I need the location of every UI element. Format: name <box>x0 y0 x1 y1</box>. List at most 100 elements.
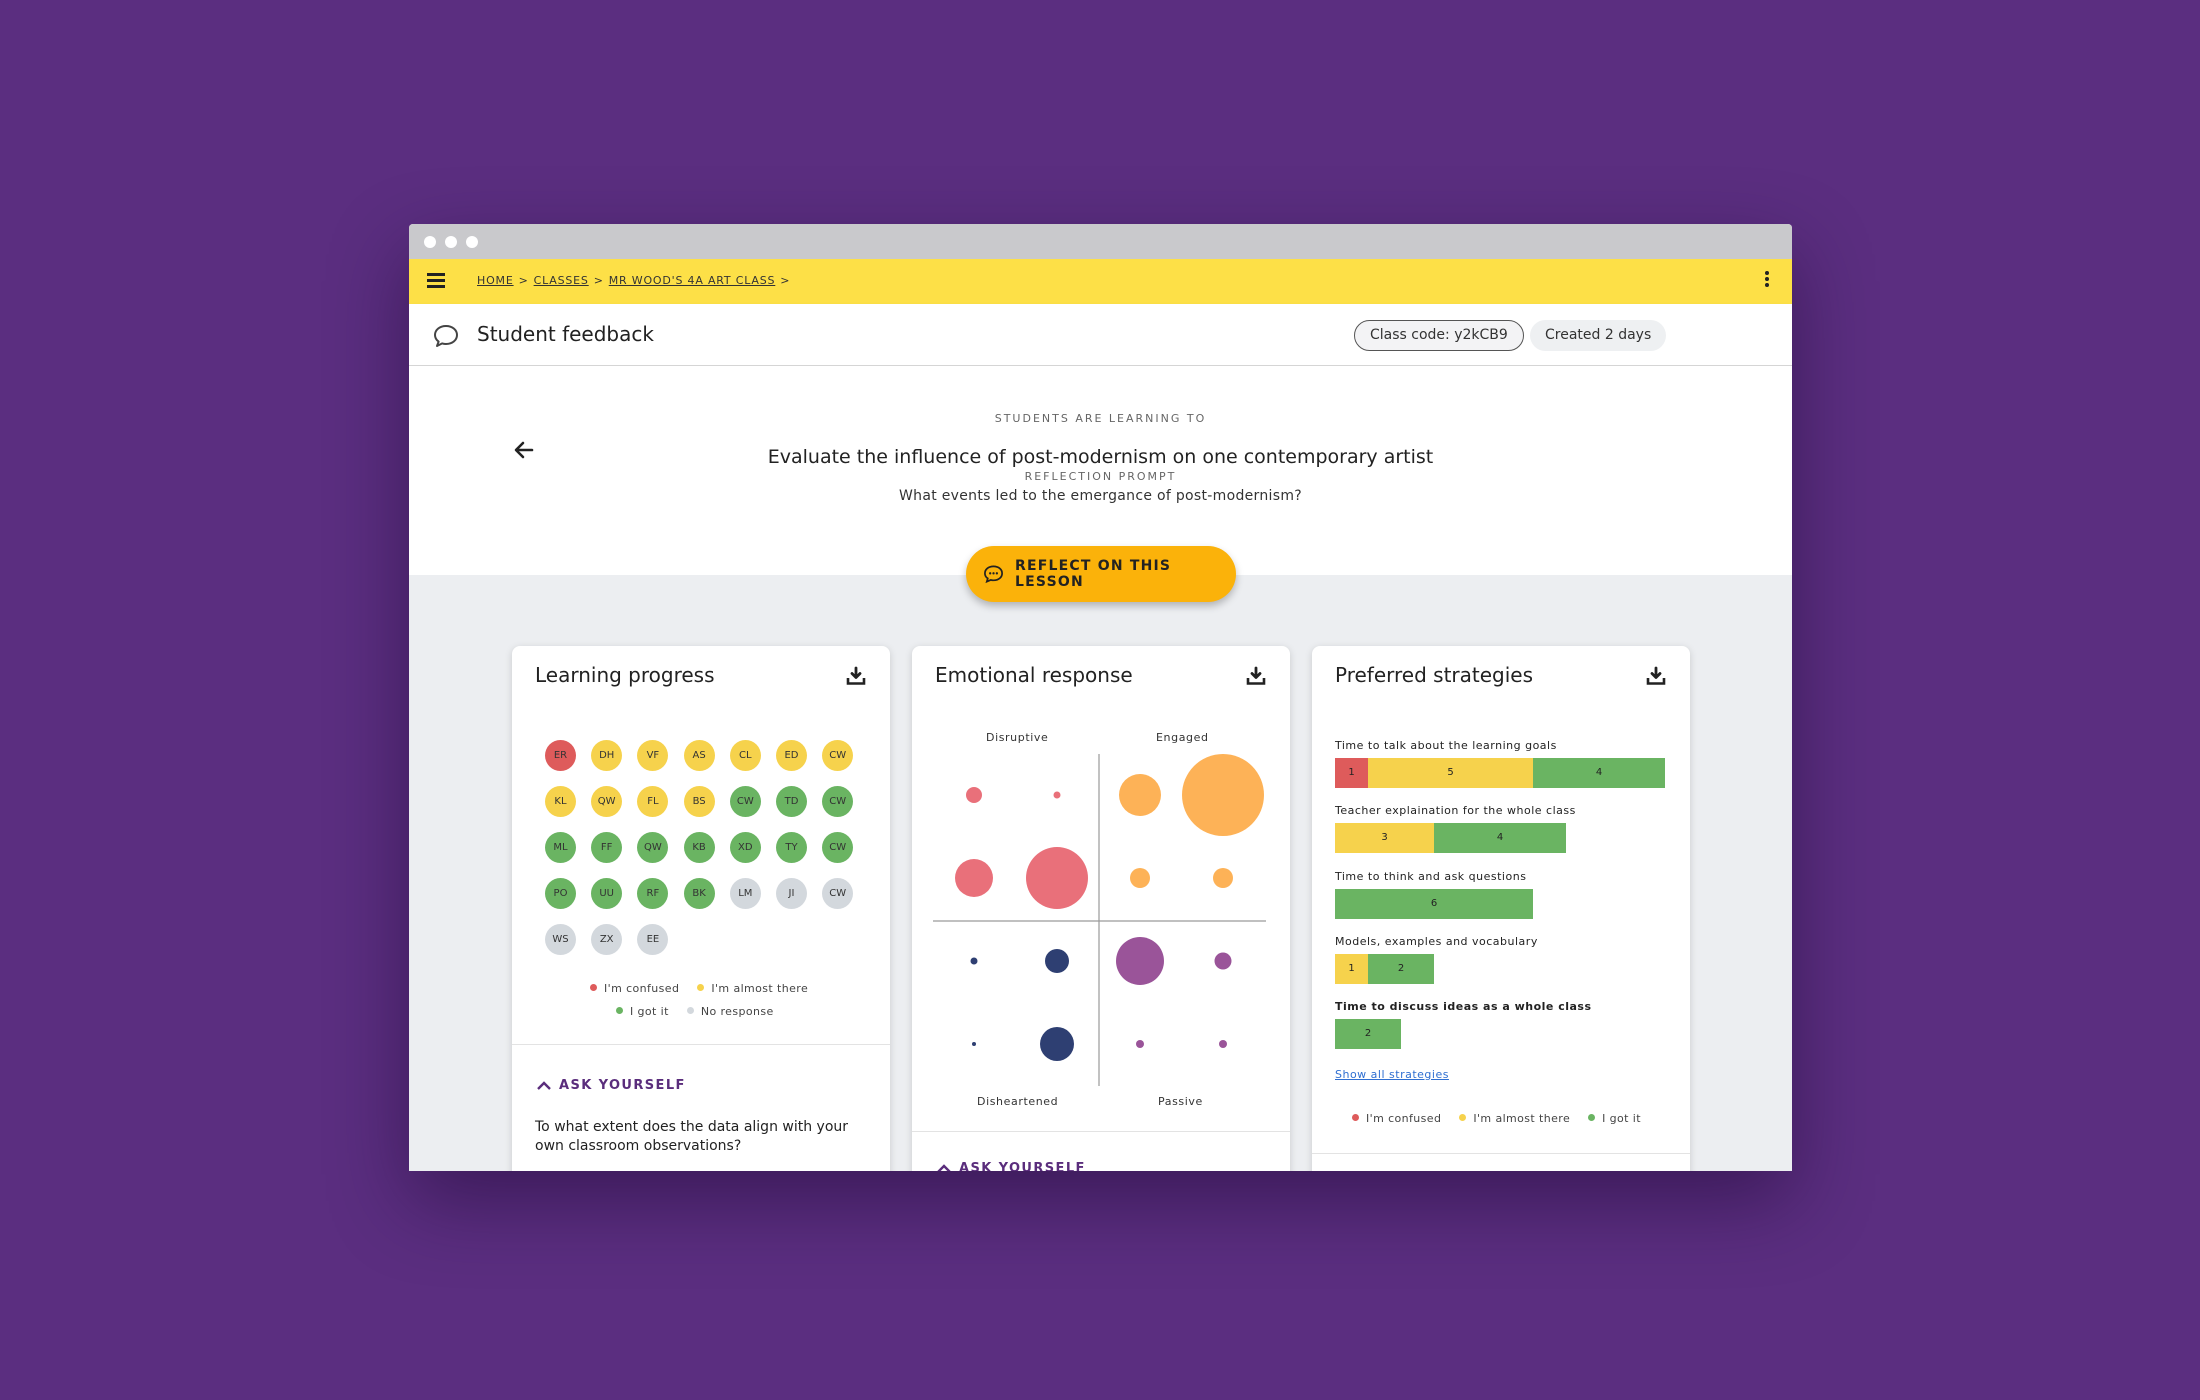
emotion-bubble <box>1213 868 1233 888</box>
student-bubble[interactable]: XD <box>729 832 761 863</box>
student-bubble[interactable]: JI <box>776 878 807 909</box>
strategy-bar: 6 <box>1335 889 1675 919</box>
strategy-segment-confused[interactable]: 1 <box>1335 758 1368 788</box>
more-options-icon[interactable] <box>1764 271 1770 291</box>
chat-bubble-icon <box>434 325 458 347</box>
student-bubble[interactable]: TY <box>776 832 807 863</box>
student-bubble[interactable]: ZX <box>591 924 623 955</box>
strategy-item: Time to talk about the learning goals 1 5 4 <box>1335 739 1675 788</box>
ask-yourself-toggle[interactable]: ASK YOURSELF <box>937 1161 1086 1171</box>
legend-dot <box>590 984 597 991</box>
student-bubble[interactable]: VF <box>637 740 669 771</box>
strategy-bar: 34 <box>1335 823 1675 853</box>
page-title: Student feedback <box>477 322 654 346</box>
strategy-segment-almost[interactable]: 1 <box>1335 954 1368 984</box>
strategy-item: Time to discuss ideas as a whole class 2 <box>1335 1000 1675 1049</box>
download-icon[interactable] <box>846 666 866 686</box>
student-bubble[interactable]: CW <box>729 786 761 817</box>
browser-window: HOME > CLASSES > MR WOOD'S 4A ART CLASS > Stu… <box>409 224 1792 1171</box>
show-all-strategies-link[interactable]: Show all strategies <box>1335 1068 1449 1081</box>
legend-dot <box>1352 1114 1359 1121</box>
student-bubble[interactable]: CW <box>822 832 854 863</box>
legend-dot <box>1459 1114 1467 1121</box>
progress-legend: I'm confused I'm almost there <box>590 982 808 995</box>
class-code-chip[interactable]: Class code: y2kCB9 <box>1354 320 1524 351</box>
student-bubble[interactable]: DH <box>591 740 623 771</box>
card-title: Learning progress <box>535 663 715 687</box>
breadcrumb-home[interactable]: HOME <box>477 274 514 287</box>
emotion-bubble <box>1219 1040 1227 1048</box>
legend-dot <box>686 1007 694 1014</box>
student-bubble[interactable]: ML <box>545 832 576 863</box>
breadcrumb-class[interactable]: MR WOOD'S 4A ART CLASS <box>609 274 776 287</box>
menu-icon[interactable] <box>427 273 445 288</box>
emotion-bubble <box>1214 952 1232 970</box>
learning-progress-card: Learning progress ER DH VF AS CL ED CW KL QW FL BS… <box>512 646 890 1171</box>
strategy-label: Models, examples and vocabulary <box>1335 935 1538 948</box>
learning-eyebrow: STUDENTS ARE LEARNING TO <box>994 412 1207 425</box>
created-chip: Created 2 days <box>1530 320 1667 351</box>
page-header: Student feedback Class code: y2kCB9 Crea… <box>409 304 1792 366</box>
reflection-prompt: What events led to the emergance of post… <box>899 488 1302 504</box>
download-icon[interactable] <box>1646 666 1666 686</box>
divider <box>1312 1153 1690 1154</box>
student-bubble[interactable]: FF <box>591 832 623 863</box>
strategy-segment-gotit[interactable]: 2 <box>1335 1019 1401 1049</box>
strategy-segment-gotit[interactable]: 4 <box>1533 758 1665 788</box>
student-bubble[interactable]: LM <box>729 878 761 909</box>
strategy-item: Teacher explaination for the whole class… <box>1335 804 1675 853</box>
student-bubble[interactable]: KB <box>683 832 715 863</box>
strategy-item: Models, examples and vocabulary 1 2 <box>1335 935 1675 984</box>
legend-dot <box>697 984 705 991</box>
student-bubble[interactable]: FL <box>637 786 669 817</box>
student-bubble[interactable]: PO <box>545 878 576 909</box>
divider <box>512 1044 890 1045</box>
emotion-bubble <box>966 787 982 803</box>
student-bubble[interactable]: AS <box>683 740 715 771</box>
student-bubble[interactable]: WS <box>545 924 576 955</box>
strategy-segment-almost[interactable]: 5 <box>1368 758 1533 788</box>
strategy-segment-gotit[interactable]: 2 <box>1368 954 1434 984</box>
reflect-bubble-icon <box>984 565 1003 584</box>
reflect-button-label: REFLECT ON THIS LESSON <box>1015 558 1172 590</box>
reflect-button[interactable]: REFLECT ON THIS LESSON <box>966 546 1236 602</box>
emotion-bubble <box>1116 937 1164 985</box>
window-close-dot[interactable] <box>424 235 436 248</box>
emotion-bubble <box>1026 847 1088 909</box>
student-bubble[interactable]: UU <box>591 878 623 909</box>
strategy-label: Time to talk about the learning goals <box>1335 739 1557 752</box>
emotion-bubble <box>1053 791 1061 799</box>
strategy-label: Time to discuss ideas as a whole class <box>1335 1000 1592 1013</box>
strategy-segment-almost[interactable]: 3 <box>1335 823 1434 853</box>
strategies-legend: I'm confused I'm almost there I got it <box>1352 1112 1641 1125</box>
emotion-bubble <box>955 859 993 897</box>
strategy-bar: 12 <box>1335 954 1675 984</box>
student-bubble[interactable]: CW <box>822 740 854 771</box>
strategy-bar: 154 <box>1335 758 1675 788</box>
emotion-quadrant-chart <box>933 754 1266 1086</box>
student-bubble[interactable]: ED <box>776 740 807 771</box>
strategy-label: Teacher explaination for the whole class <box>1335 804 1576 817</box>
student-bubble[interactable]: CW <box>822 878 854 909</box>
student-bubble[interactable]: RF <box>637 878 669 909</box>
student-bubble[interactable]: BS <box>683 786 715 817</box>
student-bubble[interactable]: CL <box>729 740 761 771</box>
student-bubble[interactable]: QW <box>637 832 669 863</box>
window-minimize-dot[interactable] <box>445 235 457 248</box>
student-bubble[interactable]: QW <box>591 786 623 817</box>
breadcrumb-classes[interactable]: CLASSES <box>534 274 589 287</box>
student-bubble[interactable]: EE <box>637 924 669 955</box>
breadcrumb: HOME > CLASSES > MR WOOD'S 4A ART CLASS > <box>477 274 791 287</box>
progress-legend-row2: I got it No response <box>616 1005 774 1018</box>
ask-yourself-toggle[interactable]: ASK YOURSELF <box>537 1078 686 1093</box>
window-maximize-dot[interactable] <box>466 235 478 248</box>
student-bubble[interactable]: ER <box>545 740 576 771</box>
strategy-segment-gotit[interactable]: 6 <box>1335 889 1533 919</box>
strategy-segment-gotit[interactable]: 4 <box>1434 823 1566 853</box>
emotion-bubble <box>1182 754 1264 836</box>
student-bubble[interactable]: KL <box>545 786 576 817</box>
student-bubble[interactable]: TD <box>776 786 807 817</box>
student-bubble[interactable]: BK <box>683 878 715 909</box>
student-bubble[interactable]: CW <box>822 786 854 817</box>
emotion-bubble <box>970 957 978 965</box>
